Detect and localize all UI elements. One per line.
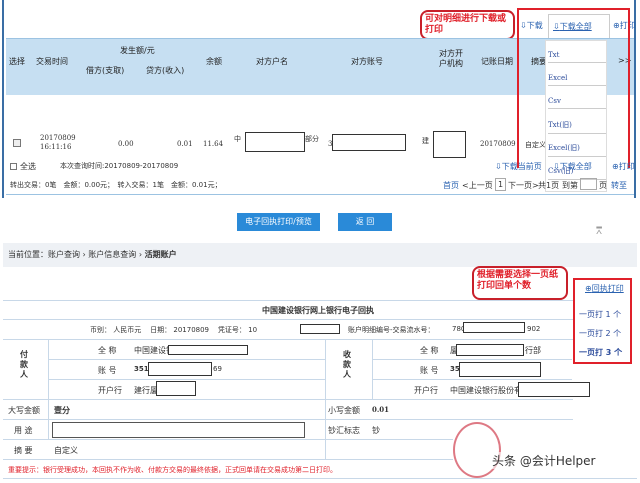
transaction-stats: 转出交易：0笔 金额：0.00元； 转入交易：1笔 金额：0.01元； [10,181,222,189]
goto-page-input[interactable] [580,178,597,190]
redaction [168,345,248,355]
col-credit[interactable]: 贷方(收入) [146,65,184,76]
col-party-account[interactable]: 对方账号 [351,56,383,67]
divider [6,194,634,195]
redaction [245,132,305,152]
payee-account-label: 账 号 [420,366,439,375]
receipt-info-line: 币别： 人民币元 日期： 20170809 凭证号： 10 [90,325,257,335]
amount-words: 壹分 [54,406,70,415]
redaction [456,344,524,356]
voucher: 10 [248,326,258,334]
serial-label: 账户明细编号-交易流水号： [348,326,435,334]
important-notice: 重要提示：银行受理成功，本回执不作为收、付款方交易的最终依据，正式回单请在交易成… [8,466,337,474]
receipt-title: 中国建设银行网上银行电子回执 [262,306,374,315]
row-party-name-suffix: 部分 [305,135,319,143]
amount-label: 小写金额 [328,406,360,415]
col-post-date[interactable]: 记账日期 [481,56,513,67]
download-annotation: 可对明细进行下载或打印 [420,10,515,40]
breadcrumb-item[interactable]: 账户信息查询 [88,250,136,259]
select-all-checkbox[interactable] [10,163,17,170]
redaction [300,324,340,334]
redaction [332,134,406,151]
row-party-bank: 建 [422,137,429,145]
payer-name-label: 全 称 [98,346,117,355]
next-page-link[interactable]: 下一页> [508,180,539,191]
currency: 人民币元 [113,326,142,334]
payer-account-suffix: 69 [213,365,222,373]
row-checkbox[interactable] [13,139,21,147]
date-label: 日期： [150,326,172,334]
row-date: 20170809 [40,134,76,142]
payee-name-suffix: 行部 [525,346,541,355]
row-party-name: 中 [234,135,241,143]
download-page-link[interactable]: ⇩下载当前页 [495,161,542,172]
total-pages: 共1页 [538,181,560,190]
download-page-label: 下载当前页 [501,162,542,171]
col-party-bank[interactable]: 对方开户机构 [436,49,466,69]
col-select: 选择 [9,57,25,66]
summary: 自定义 [54,446,78,455]
download-all-label: 下载全部 [559,162,592,171]
redaction [463,322,525,333]
amount: 0.01 [372,405,390,414]
purpose-field[interactable] [52,422,305,438]
query-time: 本次查询时间:20170809-20170809 [60,162,179,170]
row-post-date: 20170809 [480,140,516,148]
select-all-label[interactable]: 全选 [20,161,36,172]
prev-page-link[interactable]: <上一页 [462,180,493,191]
watermark: 头条 @会计Helper [492,452,596,469]
payee-name-label: 全 称 [420,346,439,355]
amount-words-label: 大写金额 [8,406,40,415]
back-button[interactable]: 返 回 [338,213,392,231]
col-time[interactable]: 交易时间 [36,56,68,67]
cash: 钞 [372,426,380,435]
payee-label: 收款人 [343,350,351,379]
redaction [433,131,466,158]
breadcrumb: 当前位置：账户查询 › 账户信息查询 › 活期账户 [3,243,637,267]
purpose-label: 用 途 [14,426,33,435]
breadcrumb-prefix: 当前位置： [8,250,48,259]
redaction [156,381,196,396]
payer-account-label: 账 号 [98,366,117,375]
currency-label: 币别： [90,326,111,334]
back-to-top-icon[interactable]: ⩞ [596,226,602,237]
payee-bank-label: 开户行 [414,386,438,395]
bank-seal-stamp [453,422,501,478]
row-clock: 16:11:16 [40,143,72,151]
payee-bank: 中国建设银行股份有 [450,386,522,395]
redaction [459,362,541,377]
col-balance[interactable]: 余额 [206,56,222,67]
breadcrumb-item[interactable]: 账户查询 [48,250,80,259]
menu-highlight [573,278,632,364]
goto-button[interactable]: 转至 [611,180,627,191]
payer-label: 付款人 [20,350,28,379]
cash-label: 钞汇标志 [328,426,360,435]
payer-bank: 建行厦 [134,386,158,395]
col-party-name[interactable]: 对方户名 [256,56,288,67]
print-label: 打印 [618,162,635,171]
first-page-link[interactable]: 首页 [443,180,459,191]
col-debit[interactable]: 借方(支取) [86,65,124,76]
download-all-link[interactable]: ⇩下载全部 [553,161,592,172]
current-page: 1 [495,178,507,191]
page-unit: 页 [599,181,607,190]
row-credit: 0.01 [177,140,193,148]
summary-label: 摘 要 [14,446,33,455]
serial-suffix: 902 [527,325,541,333]
receipt-print-button[interactable]: 电子回执打印/预览 [237,213,320,231]
redaction [148,362,212,376]
dropdown-highlight [517,8,630,168]
goto-label: 到第 [562,181,578,190]
redaction [518,382,590,397]
print-link[interactable]: ⊕打印 [612,161,635,172]
row-debit: 0.00 [118,140,134,148]
payer-bank-label: 开户行 [98,386,122,395]
col-amount-group: 发生额/元 [120,46,155,55]
print-count-annotation: 根据需要选择一页纸打印回单个数 [472,266,568,300]
date: 20170809 [173,326,210,334]
voucher-label: 凭证号： [217,326,246,334]
breadcrumb-current: 活期账户 [144,250,177,259]
row-balance: 11.64 [203,140,224,148]
